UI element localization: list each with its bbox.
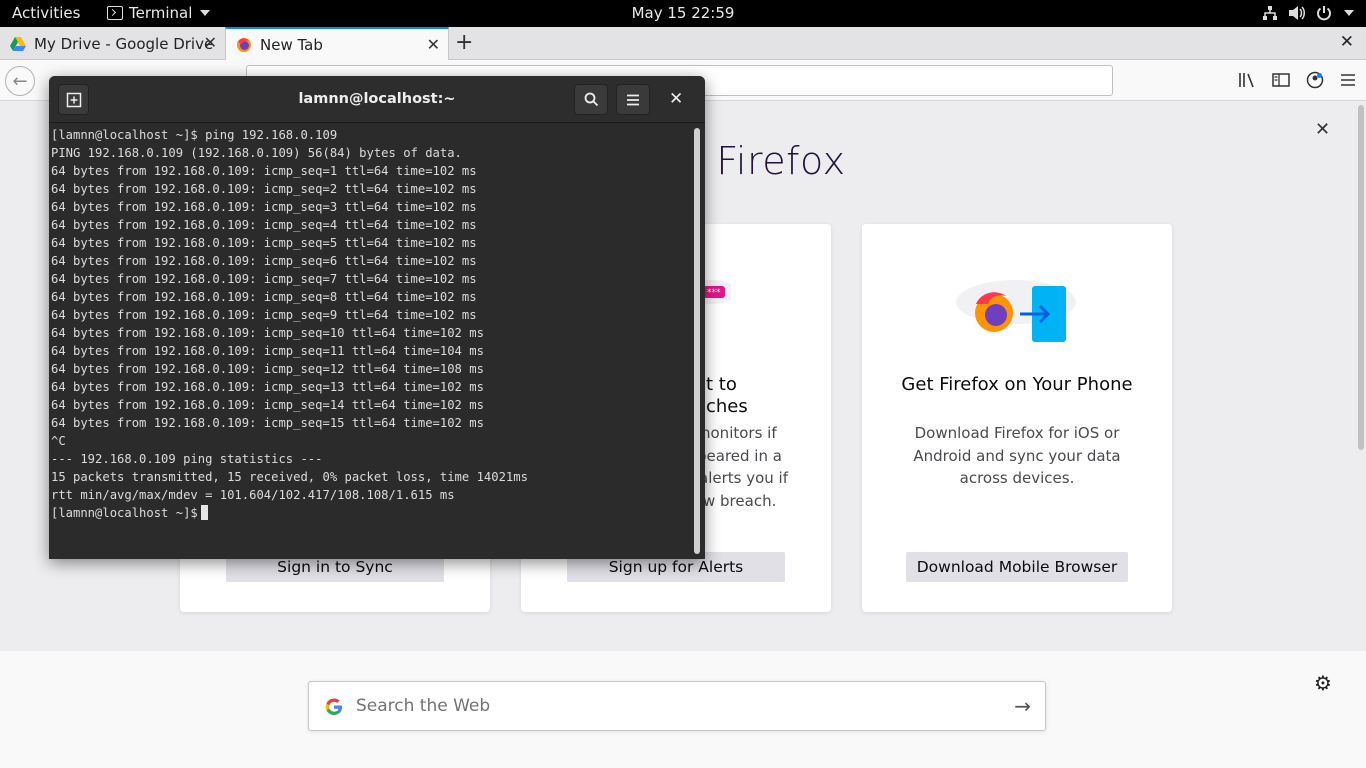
terminal-line: rtt min/avg/max/mdev = 101.604/102.417/1… [51,488,455,502]
system-menu[interactable] [1262,5,1354,21]
terminal-line: 64 bytes from 192.168.0.109: icmp_seq=13… [51,380,484,394]
terminal-menu-button[interactable] [616,84,650,115]
firefox-icon [237,37,251,52]
terminal-window[interactable]: lamnn@localhost:~ ✕ [lamnn@localhost ~]$… [49,76,705,559]
toolbar-right [1238,71,1356,89]
app-menu-label: Terminal [129,4,193,22]
arrow-right-icon[interactable]: → [1014,694,1031,718]
terminal-line: PING 192.168.0.109 (192.168.0.109) 56(84… [51,146,462,160]
terminal-icon [107,6,123,20]
terminal-line: 64 bytes from 192.168.0.109: icmp_seq=15… [51,416,484,430]
terminal-line: 64 bytes from 192.168.0.109: icmp_seq=8 … [51,290,477,304]
tab-new-tab[interactable]: New Tab ✕ [225,27,449,60]
terminal-line: 64 bytes from 192.168.0.109: icmp_seq=12… [51,362,484,376]
terminal-output[interactable]: [lamnn@localhost ~]$ ping 192.168.0.109 P… [49,124,705,559]
terminal-new-tab-button[interactable] [58,84,89,115]
terminal-line: --- 192.168.0.109 ping statistics --- [51,452,323,466]
download-mobile-browser-button[interactable]: Download Mobile Browser [906,552,1128,582]
network-icon [1263,6,1277,20]
search-placeholder: Search the Web [356,696,491,716]
terminal-scrollbar[interactable] [694,128,700,554]
close-tab-icon[interactable]: ✕ [204,35,217,51]
svg-text:***: *** [707,288,721,298]
gnome-top-bar: Activities Terminal May 15 22:59 [0,0,1366,27]
hamburger-menu-icon [627,94,639,105]
google-icon [325,698,342,715]
terminal-line: 64 bytes from 192.168.0.109: icmp_seq=1 … [51,164,477,178]
terminal-line: 64 bytes from 192.168.0.109: icmp_seq=5 … [51,236,477,250]
terminal-prompt: [lamnn@localhost ~]$ [51,506,198,520]
terminal-prompt-line: [lamnn@localhost ~]$ [51,504,528,522]
chevron-down-icon [1344,10,1354,16]
chevron-down-icon [200,10,211,16]
activities-button[interactable]: Activities [12,4,80,22]
terminal-line: 64 bytes from 192.168.0.109: icmp_seq=3 … [51,200,477,214]
close-tab-icon[interactable]: ✕ [427,37,440,53]
page-scrollbar[interactable] [1356,101,1366,461]
search-icon [584,92,598,107]
firefox-mobile-illustration-icon [956,280,1076,342]
power-icon [1317,6,1331,21]
terminal-line: 64 bytes from 192.168.0.109: icmp_seq=10… [51,326,484,340]
sidebar-icon[interactable] [1272,72,1290,88]
terminal-line: 64 bytes from 192.168.0.109: icmp_seq=7 … [51,272,477,286]
terminal-line: 64 bytes from 192.168.0.109: icmp_seq=11… [51,344,484,358]
tab-title: New Tab [260,35,323,54]
terminal-line: 64 bytes from 192.168.0.109: icmp_seq=4 … [51,218,477,232]
account-icon[interactable] [1306,71,1324,89]
terminal-cursor [200,505,208,520]
terminal-close-icon[interactable]: ✕ [669,89,683,109]
tab-google-drive[interactable]: My Drive - Google Drive ✕ [0,27,225,60]
terminal-line: 64 bytes from 192.168.0.109: icmp_seq=2 … [51,182,477,196]
terminal-text: [lamnn@localhost ~]$ ping 192.168.0.109 P… [51,126,528,522]
card-text: Download Firefox for iOS or Android and … [913,424,1121,487]
back-button[interactable]: ← [5,66,35,96]
card-title: Get Firefox on Your Phone [901,374,1133,395]
terminal-line: 64 bytes from 192.168.0.109: icmp_seq=14… [51,398,484,412]
web-search-box[interactable]: Search the Web → [308,681,1046,731]
app-menu-terminal[interactable]: Terminal [107,4,211,22]
browser-tab-bar: My Drive - Google Drive ✕ New Tab ✕ + ✕ [0,27,1366,60]
terminal-line: 15 packets transmitted, 15 received, 0% … [51,470,528,484]
terminal-line: ^C [51,434,66,448]
arrow-left-icon: ← [12,70,28,92]
terminal-header-bar[interactable]: lamnn@localhost:~ ✕ [49,76,705,123]
terminal-line: 64 bytes from 192.168.0.109: icmp_seq=6 … [51,254,477,268]
hamburger-menu-icon[interactable] [1340,73,1356,87]
google-drive-icon [10,36,26,51]
terminal-line: [lamnn@localhost ~]$ ping 192.168.0.109 [51,128,338,142]
new-tab-button[interactable]: + [455,30,473,55]
tab-title: My Drive - Google Drive [34,34,214,53]
volume-icon [1289,6,1305,20]
library-icon[interactable] [1238,72,1256,88]
window-close-icon[interactable]: ✕ [1340,32,1354,52]
terminal-search-button[interactable] [574,84,608,115]
card-mobile: Get Firefox on Your Phone Download Firef… [862,224,1172,612]
clock[interactable]: May 15 22:59 [632,4,735,22]
close-icon[interactable]: ✕ [1315,119,1330,140]
gear-icon[interactable]: ⚙ [1314,671,1332,695]
terminal-line: 64 bytes from 192.168.0.109: icmp_seq=9 … [51,308,477,322]
terminal-title: lamnn@localhost:~ [298,91,456,107]
new-tab-icon [66,92,81,107]
scrollbar-thumb[interactable] [1358,105,1364,450]
